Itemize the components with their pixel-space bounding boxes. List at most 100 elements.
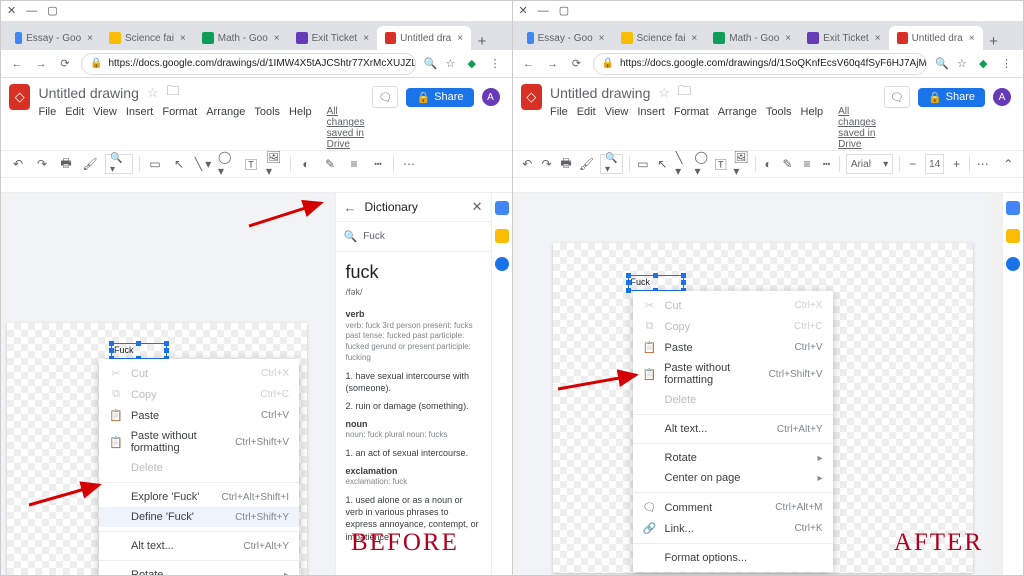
shape-tool[interactable]: ◯ ▾ xyxy=(695,155,708,173)
share-button[interactable]: 🔒 Share xyxy=(918,88,985,107)
drawing-canvas[interactable]: Fuck ✂CutCtrl+X⧉CopyCtrl+C📋PasteCtrl+V📋P… xyxy=(1,193,335,576)
find-icon[interactable]: 🔍 xyxy=(935,57,949,71)
line-tool[interactable]: ╲ ▾ xyxy=(194,155,212,173)
minimize-icon[interactable]: — xyxy=(538,6,549,17)
calendar-addon-icon[interactable] xyxy=(1006,201,1020,215)
fill-color[interactable]: ◐ xyxy=(297,155,315,173)
maximize-icon[interactable]: ▢ xyxy=(559,6,569,17)
border-dash[interactable]: ┅ xyxy=(369,155,387,173)
shape-tool[interactable]: ◯ ▾ xyxy=(218,155,236,173)
scrollbar[interactable] xyxy=(991,193,1001,576)
font-inc[interactable]: + xyxy=(950,155,963,173)
calendar-addon-icon[interactable] xyxy=(495,201,509,215)
menu-edit[interactable]: Edit xyxy=(577,106,596,150)
more-button[interactable]: ⋯ xyxy=(400,155,418,173)
menu-item[interactable]: Alt text...Ctrl+Alt+Y xyxy=(633,419,833,439)
font-dec[interactable]: − xyxy=(906,155,919,173)
account-avatar[interactable]: A xyxy=(482,88,500,106)
print-button[interactable]: 🖶 xyxy=(57,155,75,173)
redo-button[interactable]: ↷ xyxy=(33,155,51,173)
drawing-canvas[interactable]: Fuck ✂CutCtrl+X⧉CopyCtrl+C📋PasteCtrl+V📋P… xyxy=(513,193,1003,576)
comments-button[interactable]: 🗨 xyxy=(884,86,910,108)
chevron-up-icon[interactable]: ⌃ xyxy=(1002,155,1015,173)
reload-button[interactable]: ⟳ xyxy=(569,56,585,72)
browser-tab[interactable]: Math - Goo× xyxy=(705,26,799,50)
menu-item[interactable]: 📋Paste without formattingCtrl+Shift+V xyxy=(633,358,833,390)
menu-item[interactable]: Explore 'Fuck'Ctrl+Alt+Shift+I xyxy=(99,487,299,507)
font-family[interactable]: Arial▾ xyxy=(846,154,893,174)
tasks-addon-icon[interactable] xyxy=(1006,257,1020,271)
textbox-tool[interactable]: 🅃 xyxy=(242,155,260,173)
star-icon[interactable]: ☆ xyxy=(957,57,971,71)
menu-tools[interactable]: Tools xyxy=(254,106,280,150)
menu-item[interactable]: Center on page▸ xyxy=(633,468,833,488)
new-tab-button[interactable]: + xyxy=(983,33,1005,50)
undo-button[interactable]: ↶ xyxy=(9,155,27,173)
line-tool[interactable]: ╲ ▾ xyxy=(675,155,688,173)
back-icon[interactable]: ← xyxy=(344,200,357,215)
star-icon[interactable]: ☆ xyxy=(446,57,460,71)
close-icon[interactable]: ✕ xyxy=(7,6,16,17)
border-color[interactable]: ✎ xyxy=(781,155,794,173)
move-folder-icon[interactable]: 🗀 xyxy=(678,82,691,104)
drawings-logo[interactable]: ◇ xyxy=(521,84,542,110)
menu-help[interactable]: Help xyxy=(289,106,312,150)
menu-format[interactable]: Format xyxy=(674,106,709,150)
close-icon[interactable]: ✕ xyxy=(519,6,528,17)
doc-title[interactable]: Untitled drawing xyxy=(550,85,650,101)
menu-item[interactable]: 📋PasteCtrl+V xyxy=(633,337,833,358)
star-doc-icon[interactable]: ☆ xyxy=(147,85,159,101)
back-button[interactable]: ← xyxy=(521,56,537,72)
menu-file[interactable]: File xyxy=(550,106,568,150)
maximize-icon[interactable]: ▢ xyxy=(47,6,57,17)
menu-insert[interactable]: Insert xyxy=(637,106,665,150)
reload-button[interactable]: ⟳ xyxy=(57,56,73,72)
undo-button[interactable]: ↶ xyxy=(521,155,534,173)
menu-tools[interactable]: Tools xyxy=(766,106,792,150)
border-dash[interactable]: ┅ xyxy=(820,155,833,173)
browser-tab[interactable]: Science fai× xyxy=(613,26,706,50)
menu-view[interactable]: View xyxy=(93,106,117,150)
menu-format[interactable]: Format xyxy=(162,106,197,150)
find-icon[interactable]: 🔍 xyxy=(424,57,438,71)
ext-icon[interactable]: ◆ xyxy=(979,57,993,71)
browser-tab[interactable]: Exit Ticket× xyxy=(288,26,377,50)
share-button[interactable]: 🔒 Share xyxy=(406,88,473,107)
star-doc-icon[interactable]: ☆ xyxy=(658,85,670,101)
menu-item[interactable]: Alt text...Ctrl+Alt+Y xyxy=(99,536,299,556)
menu-item[interactable]: Rotate▸ xyxy=(99,565,299,576)
menu-edit[interactable]: Edit xyxy=(65,106,84,150)
menu-insert[interactable]: Insert xyxy=(126,106,154,150)
zoom-menu[interactable]: 🔍 ▾ xyxy=(600,154,623,174)
drawings-logo[interactable]: ◇ xyxy=(9,84,30,110)
menu-file[interactable]: File xyxy=(38,106,56,150)
select-tool[interactable]: ▭ xyxy=(146,155,164,173)
menu-item[interactable]: Format options... xyxy=(633,548,833,568)
selected-textbox[interactable]: Fuck xyxy=(628,275,684,291)
zoom-menu[interactable]: 🔍 ▾ xyxy=(105,154,133,174)
menu-item[interactable]: 📋PasteCtrl+V xyxy=(99,405,299,426)
paint-format-button[interactable]: 🖌 xyxy=(579,155,594,173)
browser-tab[interactable]: Essay - Goo× xyxy=(519,26,613,50)
menu-icon[interactable]: ⋮ xyxy=(490,57,504,71)
forward-button[interactable]: → xyxy=(33,56,49,72)
menu-item[interactable]: 📋Paste without formattingCtrl+Shift+V xyxy=(99,426,299,458)
print-button[interactable]: 🖶 xyxy=(559,155,572,173)
select-tool[interactable]: ▭ xyxy=(636,155,649,173)
cursor-tool[interactable]: ↖ xyxy=(170,155,188,173)
border-color[interactable]: ✎ xyxy=(321,155,339,173)
browser-tab[interactable]: Science fai× xyxy=(101,26,194,50)
doc-title[interactable]: Untitled drawing xyxy=(38,85,138,101)
ext-icon[interactable]: ◆ xyxy=(468,57,482,71)
minimize-icon[interactable]: — xyxy=(26,6,37,17)
menu-item[interactable]: 🗨CommentCtrl+Alt+M xyxy=(633,497,833,518)
browser-tab[interactable]: Exit Ticket× xyxy=(799,26,888,50)
selected-textbox[interactable]: Fuck xyxy=(111,343,167,359)
url-field[interactable]: 🔒 https://docs.google.com/drawings/d/1So… xyxy=(593,53,928,75)
menu-help[interactable]: Help xyxy=(801,106,824,150)
keep-addon-icon[interactable] xyxy=(495,229,509,243)
account-avatar[interactable]: A xyxy=(993,88,1011,106)
menu-item[interactable]: Define 'Fuck'Ctrl+Shift+Y xyxy=(99,507,299,527)
keep-addon-icon[interactable] xyxy=(1006,229,1020,243)
redo-button[interactable]: ↷ xyxy=(540,155,553,173)
